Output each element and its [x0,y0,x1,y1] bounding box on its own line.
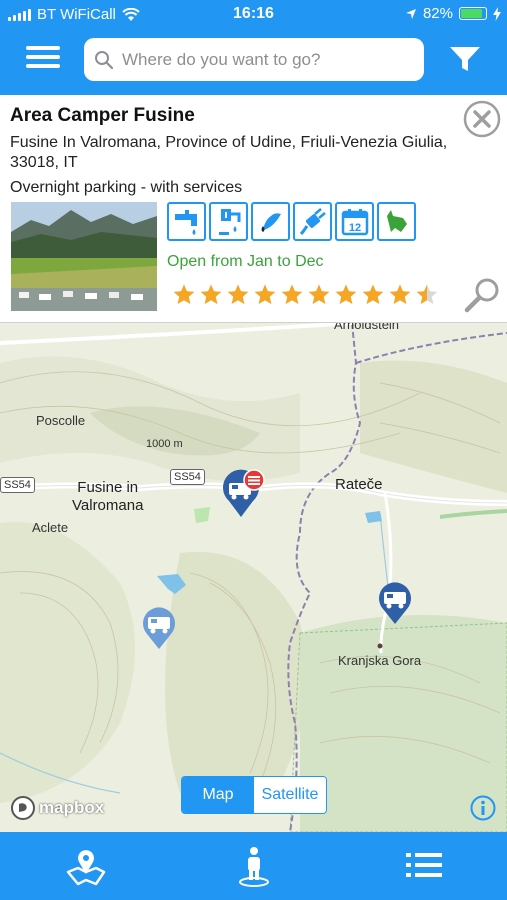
place-card[interactable]: Area Camper Fusine Fusine In Valromana, … [0,95,507,323]
place-address: Fusine In Valromana, Province of Udine, … [10,134,448,171]
battery-icon [459,7,487,20]
top-bar: BT WiFiCall 16:16 82% [0,0,507,95]
search-bar[interactable] [84,38,424,81]
map-type-toggle[interactable]: Map Satellite [181,776,327,814]
star-icon [416,284,438,304]
menu-icon[interactable] [26,46,60,72]
satellite-mode-button[interactable]: Satellite [254,777,326,813]
bottom-nav [0,832,507,900]
water-dump-icon [251,202,290,241]
search-icon [95,50,114,69]
place-title: Area Camper Fusine [10,105,195,126]
map-canvas[interactable] [0,323,507,832]
map-mode-button[interactable]: Map [182,777,254,813]
star-icon [335,284,357,304]
map-label-ratece: Rateče [335,476,383,493]
service-icons: 12 [167,202,416,241]
close-icon[interactable] [463,100,501,138]
map-label-kranjska-gora: Kranjska Gora [338,653,422,668]
parking-type: Overnight parking - with services [10,179,243,196]
star-icon [308,284,330,304]
map-label-fusine: Fusine in Valromana [72,479,144,514]
star-icon [227,284,249,304]
search-input[interactable] [122,49,402,70]
drain-icon [209,202,248,241]
star-icon [173,284,195,304]
user-location-icon[interactable] [232,844,276,888]
mapbox-wordmark: mapbox [39,798,105,817]
place-photo[interactable] [11,202,157,311]
road-tag-ss54: SS54 [170,469,205,485]
battery-percent: 82% [422,5,453,22]
mapbox-logo-icon [11,796,35,820]
map-label-poscolle: Poscolle [36,413,86,428]
camper-pin[interactable] [141,606,177,650]
list-icon[interactable] [402,844,446,888]
filter-icon[interactable] [448,44,482,74]
calendar-icon: 12 [335,202,374,241]
charging-icon [493,6,501,21]
map-label-aclete: Aclete [32,520,69,535]
star-icon [281,284,303,304]
star-icon [200,284,222,304]
map-label-elevation: 1000 m [146,438,183,450]
electricity-icon [293,202,332,241]
star-icon [254,284,276,304]
map-view[interactable]: Arnoldstein Poscolle 1000 m SS54 SS54 Fu… [0,323,507,832]
camper-pin-kranjska[interactable] [377,581,413,625]
road-tag-ss54-west: SS54 [0,477,35,493]
map-pin-icon[interactable] [64,844,108,888]
rating-stars [172,283,439,307]
location-arrow-icon [405,8,416,19]
status-bar: BT WiFiCall 16:16 82% [0,0,507,28]
star-icon [389,284,411,304]
pets-allowed-icon [377,202,416,241]
map-label-arnoldstein: Arnoldstein [334,323,400,332]
mapbox-attribution[interactable]: mapbox [10,795,104,821]
camper-pin-selected[interactable] [221,469,267,519]
zoom-magnifier-icon[interactable] [462,275,502,315]
info-icon[interactable] [470,795,496,821]
opening-period: Open from Jan to Dec [167,253,324,270]
star-icon [362,284,384,304]
water-tap-icon [167,202,206,241]
calendar-day: 12 [348,222,360,234]
